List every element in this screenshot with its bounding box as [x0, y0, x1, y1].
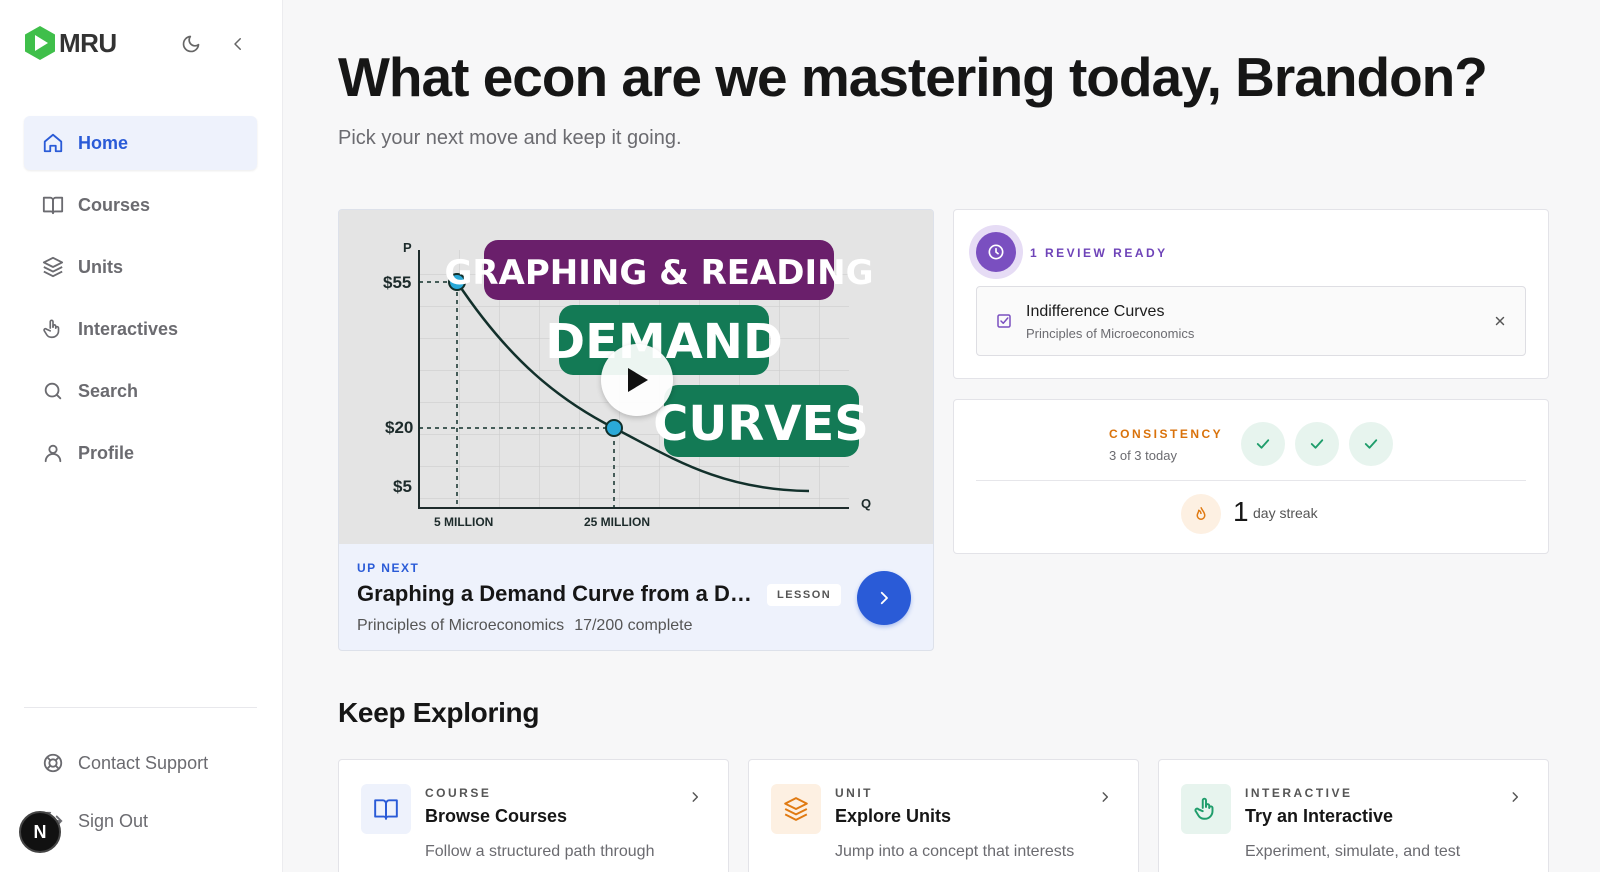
card-desc: Experiment, simulate, and test — [1245, 843, 1461, 860]
consistency-divider — [976, 480, 1526, 481]
review-card: 1 REVIEW READY Indifference Curves Princ… — [953, 209, 1549, 379]
dismiss-review-button[interactable] — [1491, 312, 1509, 330]
sidebar-item-home[interactable]: Home — [24, 116, 257, 170]
sidebar-item-label: Home — [78, 132, 129, 153]
page-subtitle: Pick your next move and keep it going. — [338, 127, 682, 149]
sidebar-item-label: Interactives — [78, 318, 179, 339]
check-icon — [1364, 439, 1378, 449]
contact-support-link[interactable]: Contact Support — [42, 752, 208, 774]
card-kind: UNIT — [835, 786, 873, 800]
lesson-meta: Principles of Microeconomics 17/200 comp… — [357, 617, 693, 635]
card-title: Browse Courses — [425, 806, 568, 826]
review-item-title: Indifference Curves — [1026, 303, 1165, 320]
pointer-hand-icon — [42, 318, 64, 340]
sidebar-item-units[interactable]: Units — [24, 240, 257, 294]
check-icon — [1310, 439, 1324, 449]
sidebar-nav: Home Courses Units Interactives Search P… — [24, 116, 257, 488]
tick-5-million: 5 MILLION — [434, 515, 493, 529]
review-clock-badge — [969, 225, 1023, 279]
review-item-course: Principles of Microeconomics — [1026, 326, 1195, 341]
logo-text: MRU — [59, 27, 117, 58]
logo-play-icon — [25, 26, 55, 60]
thumb-title-line3: CURVES — [653, 396, 869, 452]
sidebar-divider — [24, 707, 257, 708]
chevron-right-icon — [692, 792, 699, 802]
contact-support-label: Contact Support — [78, 752, 209, 773]
play-button[interactable] — [601, 344, 673, 416]
review-item[interactable]: Indifference Curves Principles of Microe… — [976, 286, 1526, 356]
continue-lesson-button[interactable] — [857, 571, 911, 625]
sidebar-item-profile[interactable]: Profile — [24, 426, 257, 480]
video-thumbnail[interactable]: P Q $55 $20 $5 5 MILLION 25 MILLION GRAP… — [339, 210, 933, 544]
tick-55: $55 — [383, 273, 411, 292]
card-kind: COURSE — [425, 786, 492, 800]
book-icon — [42, 194, 64, 216]
card-kind: INTERACTIVE — [1245, 786, 1353, 800]
sidebar-item-label: Profile — [78, 442, 135, 463]
lesson-badge: LESSON — [767, 584, 842, 606]
lesson-progress: 17/200 complete — [574, 617, 693, 634]
check-icon — [1256, 439, 1270, 449]
page-title: What econ are we mastering today, Brando… — [338, 46, 1488, 108]
up-next-label: UP NEXT — [357, 561, 420, 575]
lesson-course: Principles of Microeconomics — [357, 617, 565, 634]
play-icon — [628, 368, 648, 392]
close-icon — [1495, 316, 1505, 326]
chevron-right-icon — [1102, 792, 1109, 802]
sidebar-item-label: Units — [78, 256, 123, 277]
layers-icon — [42, 256, 64, 278]
consistency-card: CONSISTENCY 3 of 3 today 1 day streak — [953, 399, 1549, 554]
keep-exploring-title: Keep Exploring — [338, 697, 540, 728]
collapse-sidebar-chevron-icon[interactable] — [227, 33, 249, 55]
axis-q-label: Q — [861, 496, 871, 511]
sidebar-item-label: Search — [78, 380, 139, 401]
axis-p-label: P — [403, 240, 412, 255]
card-desc: Jump into a concept that interests — [835, 843, 1075, 860]
user-icon — [42, 442, 64, 464]
sidebar-item-label: Courses — [78, 194, 151, 215]
card-title: Explore Units — [835, 806, 952, 826]
consistency-sub: 3 of 3 today — [1109, 448, 1177, 463]
explore-units-card[interactable]: UNIT Explore Units Jump into a concept t… — [748, 759, 1139, 872]
tick-20: $20 — [385, 418, 413, 437]
browse-courses-card[interactable]: COURSE Browse Courses Follow a structure… — [338, 759, 729, 872]
card-title: Try an Interactive — [1245, 806, 1394, 826]
sidebar-item-interactives[interactable]: Interactives — [24, 302, 257, 356]
chevron-right-icon — [1512, 792, 1519, 802]
sidebar-item-search[interactable]: Search — [24, 364, 257, 418]
dark-mode-moon-icon[interactable] — [180, 33, 202, 55]
tick-5: $5 — [393, 477, 412, 496]
streak-number: 1 — [1233, 496, 1249, 527]
sign-out-label: Sign Out — [78, 810, 149, 831]
consistency-label: CONSISTENCY — [1109, 427, 1224, 441]
app-logo[interactable]: MRU — [24, 25, 117, 61]
layers-icon — [771, 784, 821, 834]
clock-icon — [988, 244, 1004, 260]
streak-label: day streak — [1253, 505, 1318, 521]
chevron-right-icon — [880, 591, 888, 605]
sidebar-item-courses[interactable]: Courses — [24, 178, 257, 232]
day-check-3 — [1349, 422, 1393, 466]
day-check-1 — [1241, 422, 1285, 466]
home-icon — [42, 132, 64, 154]
card-desc: Follow a structured path through — [425, 843, 655, 860]
pointer-hand-icon — [1181, 784, 1231, 834]
sidebar: MRU Home Courses Units Interactives Sear… — [0, 0, 283, 872]
tick-25-million: 25 MILLION — [584, 515, 650, 529]
lesson-title[interactable]: Graphing a Demand Curve from a Demand Sc… — [357, 581, 757, 607]
avatar[interactable]: N — [19, 811, 61, 853]
flame-icon — [1181, 494, 1221, 534]
review-ready-label: 1 REVIEW READY — [1030, 246, 1168, 260]
search-icon — [42, 380, 64, 402]
up-next-card[interactable]: P Q $55 $20 $5 5 MILLION 25 MILLION GRAP… — [338, 209, 934, 651]
book-icon — [361, 784, 411, 834]
thumb-title-line1: GRAPHING & READING — [444, 253, 873, 293]
day-check-2 — [1295, 422, 1339, 466]
checkbox-icon — [997, 314, 1011, 328]
lifebuoy-icon — [42, 752, 64, 774]
try-interactive-card[interactable]: INTERACTIVE Try an Interactive Experimen… — [1158, 759, 1549, 872]
